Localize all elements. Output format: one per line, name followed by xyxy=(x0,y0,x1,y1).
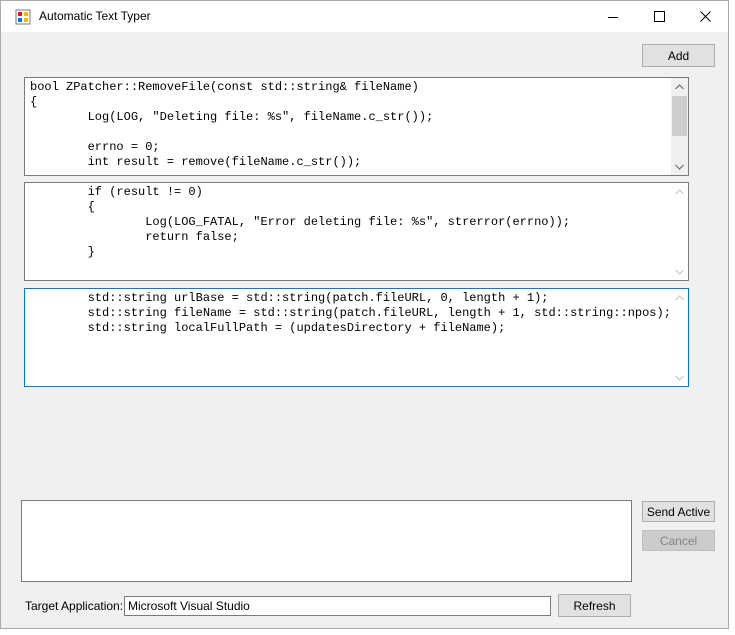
snippet-code[interactable]: std::string urlBase = std::string(patch.… xyxy=(30,291,671,336)
snippet-code[interactable]: bool ZPatcher::RemoveFile(const std::str… xyxy=(30,80,668,170)
add-button[interactable]: Add xyxy=(642,44,715,67)
snippet-box-2[interactable]: if (result != 0) { Log(LOG_FATAL, "Error… xyxy=(24,182,689,281)
scroll-down-arrow[interactable] xyxy=(671,158,688,175)
maximize-icon xyxy=(653,11,665,22)
chevron-down-icon xyxy=(675,375,684,381)
send-active-button[interactable]: Send Active xyxy=(642,501,715,522)
maximize-button[interactable] xyxy=(636,1,682,32)
scroll-up-arrow[interactable] xyxy=(671,289,688,306)
snippet-box-3[interactable]: std::string urlBase = std::string(patch.… xyxy=(24,288,689,387)
scroll-up-arrow[interactable] xyxy=(671,183,688,200)
scroll-up-arrow[interactable] xyxy=(671,78,688,95)
minimize-button[interactable] xyxy=(590,1,636,32)
main-window: Automatic Text Typer Add bool ZPatcher::… xyxy=(0,0,729,629)
close-button[interactable] xyxy=(682,1,728,32)
scrollbar[interactable] xyxy=(671,289,688,386)
chevron-up-icon xyxy=(675,294,684,300)
scroll-thumb[interactable] xyxy=(672,96,687,136)
refresh-button[interactable]: Refresh xyxy=(558,594,631,617)
chevron-up-icon xyxy=(675,83,684,89)
snippet-box-1[interactable]: bool ZPatcher::RemoveFile(const std::str… xyxy=(24,77,689,176)
scrollbar[interactable] xyxy=(671,78,688,175)
snippet-code[interactable]: if (result != 0) { Log(LOG_FATAL, "Error… xyxy=(30,185,668,260)
app-icon xyxy=(15,9,31,25)
title-bar[interactable]: Automatic Text Typer xyxy=(1,1,728,32)
close-icon xyxy=(699,11,711,22)
scrollbar[interactable] xyxy=(671,183,688,280)
chevron-down-icon xyxy=(675,269,684,275)
scroll-down-arrow[interactable] xyxy=(671,369,688,386)
cancel-button[interactable]: Cancel xyxy=(642,530,715,551)
target-application-input[interactable]: Microsoft Visual Studio xyxy=(124,596,551,616)
chevron-down-icon xyxy=(675,164,684,170)
output-textarea[interactable] xyxy=(21,500,632,582)
chevron-up-icon xyxy=(675,188,684,194)
target-application-label: Target Application: xyxy=(25,599,124,613)
window-title: Automatic Text Typer xyxy=(39,9,151,23)
minimize-icon xyxy=(608,16,618,18)
scroll-down-arrow[interactable] xyxy=(671,263,688,280)
